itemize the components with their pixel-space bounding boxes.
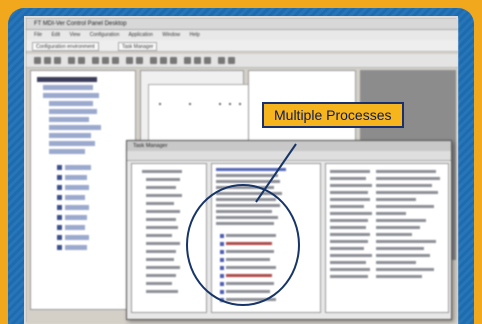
highlight-circle	[186, 184, 300, 306]
multiple-processes-callout: Multiple Processes	[262, 102, 404, 128]
